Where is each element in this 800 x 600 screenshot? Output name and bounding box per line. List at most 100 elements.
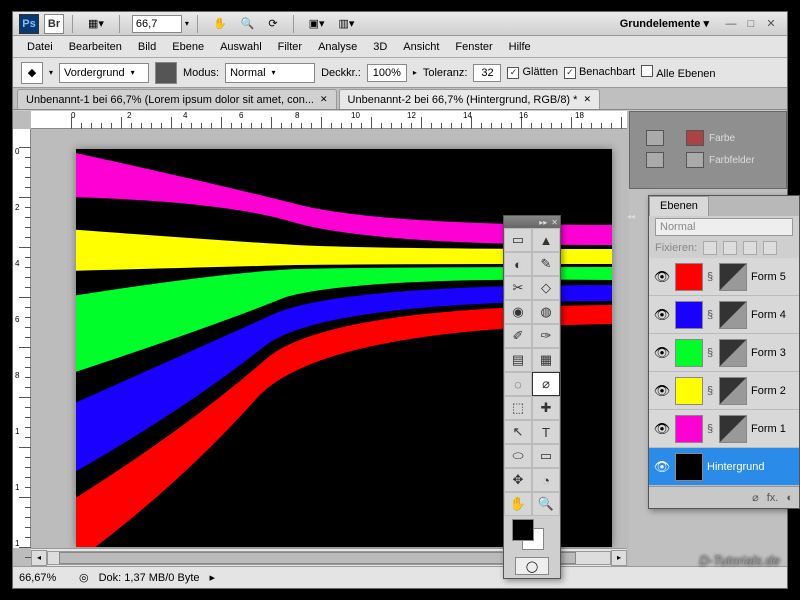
menu-ebene[interactable]: Ebene xyxy=(164,38,212,56)
menu-bearbeiten[interactable]: Bearbeiten xyxy=(61,38,130,56)
visibility-icon[interactable]: 👁 xyxy=(653,459,671,475)
scroll-right-icon[interactable]: ▸ xyxy=(611,550,627,566)
swatches-panel-label[interactable]: Farbfelder xyxy=(709,155,755,166)
color-panel-label[interactable]: Farbe xyxy=(709,133,735,144)
close-tab-icon[interactable]: ✕ xyxy=(320,94,328,105)
hand-tool-icon[interactable]: ✋ xyxy=(206,14,234,34)
tool-23[interactable]: 🔍 xyxy=(532,492,560,516)
workspace-switcher[interactable]: Grundelemente ▾ xyxy=(620,17,709,30)
history-panel-icon[interactable] xyxy=(646,130,664,146)
menu-bild[interactable]: Bild xyxy=(130,38,164,56)
menu-fenster[interactable]: Fenster xyxy=(447,38,500,56)
actions-panel-icon[interactable] xyxy=(646,152,664,168)
ruler-horizontal[interactable]: 024681012141618 xyxy=(31,111,627,129)
quickmask-icon[interactable]: ◯ xyxy=(515,557,549,575)
tool-5[interactable]: ◇ xyxy=(532,276,560,300)
lock-paint-icon[interactable] xyxy=(723,241,737,255)
tool-15[interactable]: ✚ xyxy=(532,396,560,420)
layer-row[interactable]: 👁 Hintergrund xyxy=(649,448,799,486)
contiguous-checkbox[interactable]: Benachbart xyxy=(564,66,635,79)
close-tab-icon[interactable]: ✕ xyxy=(583,94,591,105)
tool-10[interactable]: ▤ xyxy=(504,348,532,372)
layer-thumb[interactable] xyxy=(675,339,703,367)
screen-mode-menu[interactable]: ▥▾ xyxy=(331,14,361,34)
layers-tab[interactable]: Ebenen xyxy=(649,196,709,216)
vector-mask-thumb[interactable] xyxy=(719,415,747,443)
tool-2[interactable]: ◐ xyxy=(504,252,532,276)
tool-6[interactable]: ◉ xyxy=(504,300,532,324)
ruler-vertical[interactable]: 02468111 xyxy=(13,129,31,548)
tool-preset-icon[interactable]: ◆ xyxy=(21,62,43,84)
swatches-panel-icon[interactable] xyxy=(686,152,704,168)
layer-row[interactable]: 👁§Form 4 xyxy=(649,296,799,334)
collapse-icon[interactable]: ▸▸ xyxy=(539,218,547,227)
layer-name[interactable]: Form 4 xyxy=(751,309,795,321)
menu-analyse[interactable]: Analyse xyxy=(310,38,365,56)
vector-mask-thumb[interactable] xyxy=(719,377,747,405)
tool-19[interactable]: ▭ xyxy=(532,444,560,468)
rotate-view-icon[interactable]: ⟳ xyxy=(261,14,284,34)
layer-thumb[interactable] xyxy=(675,377,703,405)
vector-mask-thumb[interactable] xyxy=(719,301,747,329)
menu-filter[interactable]: Filter xyxy=(270,38,310,56)
layer-thumb[interactable] xyxy=(675,263,703,291)
layer-name[interactable]: Hintergrund xyxy=(707,461,795,473)
lock-all-icon[interactable] xyxy=(763,241,777,255)
visibility-icon[interactable]: 👁 xyxy=(653,307,671,323)
panel-close-icon[interactable]: ✕ xyxy=(551,218,558,227)
layer-name[interactable]: Form 5 xyxy=(751,271,795,283)
layer-name[interactable]: Form 1 xyxy=(751,423,795,435)
tool-16[interactable]: ↖ xyxy=(504,420,532,444)
document-tab-1[interactable]: Unbenannt-1 bei 66,7% (Lorem ipsum dolor… xyxy=(17,89,337,109)
tool-7[interactable]: ◍ xyxy=(532,300,560,324)
menu-datei[interactable]: Datei xyxy=(19,38,61,56)
tool-1[interactable]: ▲ xyxy=(532,228,560,252)
tool-8[interactable]: ✐ xyxy=(504,324,532,348)
tools-panel[interactable]: ▸▸✕ ▭▲◐✎✂◇◉◍✐✑▤▦◌⌀⬚✚↖T⬭▭✥◔✋🔍 ◯ xyxy=(503,215,561,579)
antialias-checkbox[interactable]: Glätten xyxy=(507,66,557,79)
status-menu-icon[interactable]: ▸ xyxy=(210,571,216,584)
layer-blend-dropdown[interactable]: Normal xyxy=(655,218,793,236)
layer-thumb[interactable] xyxy=(675,415,703,443)
tool-22[interactable]: ✋ xyxy=(504,492,532,516)
visibility-icon[interactable]: 👁 xyxy=(653,345,671,361)
layer-row[interactable]: 👁§Form 1 xyxy=(649,410,799,448)
pattern-swatch[interactable] xyxy=(155,62,177,84)
bridge-logo[interactable]: Br xyxy=(44,14,64,34)
menu-auswahl[interactable]: Auswahl xyxy=(212,38,270,56)
visibility-icon[interactable]: 👁 xyxy=(653,383,671,399)
layer-row[interactable]: 👁§Form 5 xyxy=(649,258,799,296)
tool-13[interactable]: ⌀ xyxy=(532,372,560,396)
link-layers-icon[interactable]: ⌀ xyxy=(752,491,759,504)
document-tab-2[interactable]: Unbenannt-2 bei 66,7% (Hintergrund, RGB/… xyxy=(339,89,600,109)
foreground-color[interactable] xyxy=(512,519,534,541)
blend-mode-dropdown[interactable]: Normal▾ xyxy=(225,63,315,83)
scroll-left-icon[interactable]: ◂ xyxy=(31,550,47,566)
layer-row[interactable]: 👁§Form 3 xyxy=(649,334,799,372)
maximize-icon[interactable]: □ xyxy=(744,17,758,31)
tool-14[interactable]: ⬚ xyxy=(504,396,532,420)
vector-mask-thumb[interactable] xyxy=(719,339,747,367)
zoom-tool-icon[interactable]: 🔍 xyxy=(234,14,262,34)
zoom-combo[interactable]: 66,7 xyxy=(132,15,182,33)
layout-menu[interactable]: ▦▾ xyxy=(81,14,111,34)
visibility-icon[interactable]: 👁 xyxy=(653,269,671,285)
menu-ansicht[interactable]: Ansicht xyxy=(395,38,447,56)
tool-3[interactable]: ✎ xyxy=(532,252,560,276)
layer-thumb[interactable] xyxy=(675,453,703,481)
menu-3d[interactable]: 3D xyxy=(365,38,395,56)
layers-panel[interactable]: Ebenen Normal Fixieren: 👁§Form 5👁§Form 4… xyxy=(648,195,800,509)
status-info-icon[interactable]: ◎ xyxy=(79,571,89,584)
tool-18[interactable]: ⬭ xyxy=(504,444,532,468)
opacity-input[interactable] xyxy=(367,64,407,82)
visibility-icon[interactable]: 👁 xyxy=(653,421,671,437)
layer-name[interactable]: Form 2 xyxy=(751,385,795,397)
tolerance-input[interactable] xyxy=(473,64,501,82)
minimize-icon[interactable]: — xyxy=(724,17,738,31)
arrange-menu[interactable]: ▣▾ xyxy=(302,14,332,34)
status-zoom[interactable]: 66,67% xyxy=(19,572,69,584)
close-icon[interactable]: ✕ xyxy=(764,17,778,31)
color-panel-icon[interactable] xyxy=(686,130,704,146)
tool-4[interactable]: ✂ xyxy=(504,276,532,300)
tool-9[interactable]: ✑ xyxy=(532,324,560,348)
